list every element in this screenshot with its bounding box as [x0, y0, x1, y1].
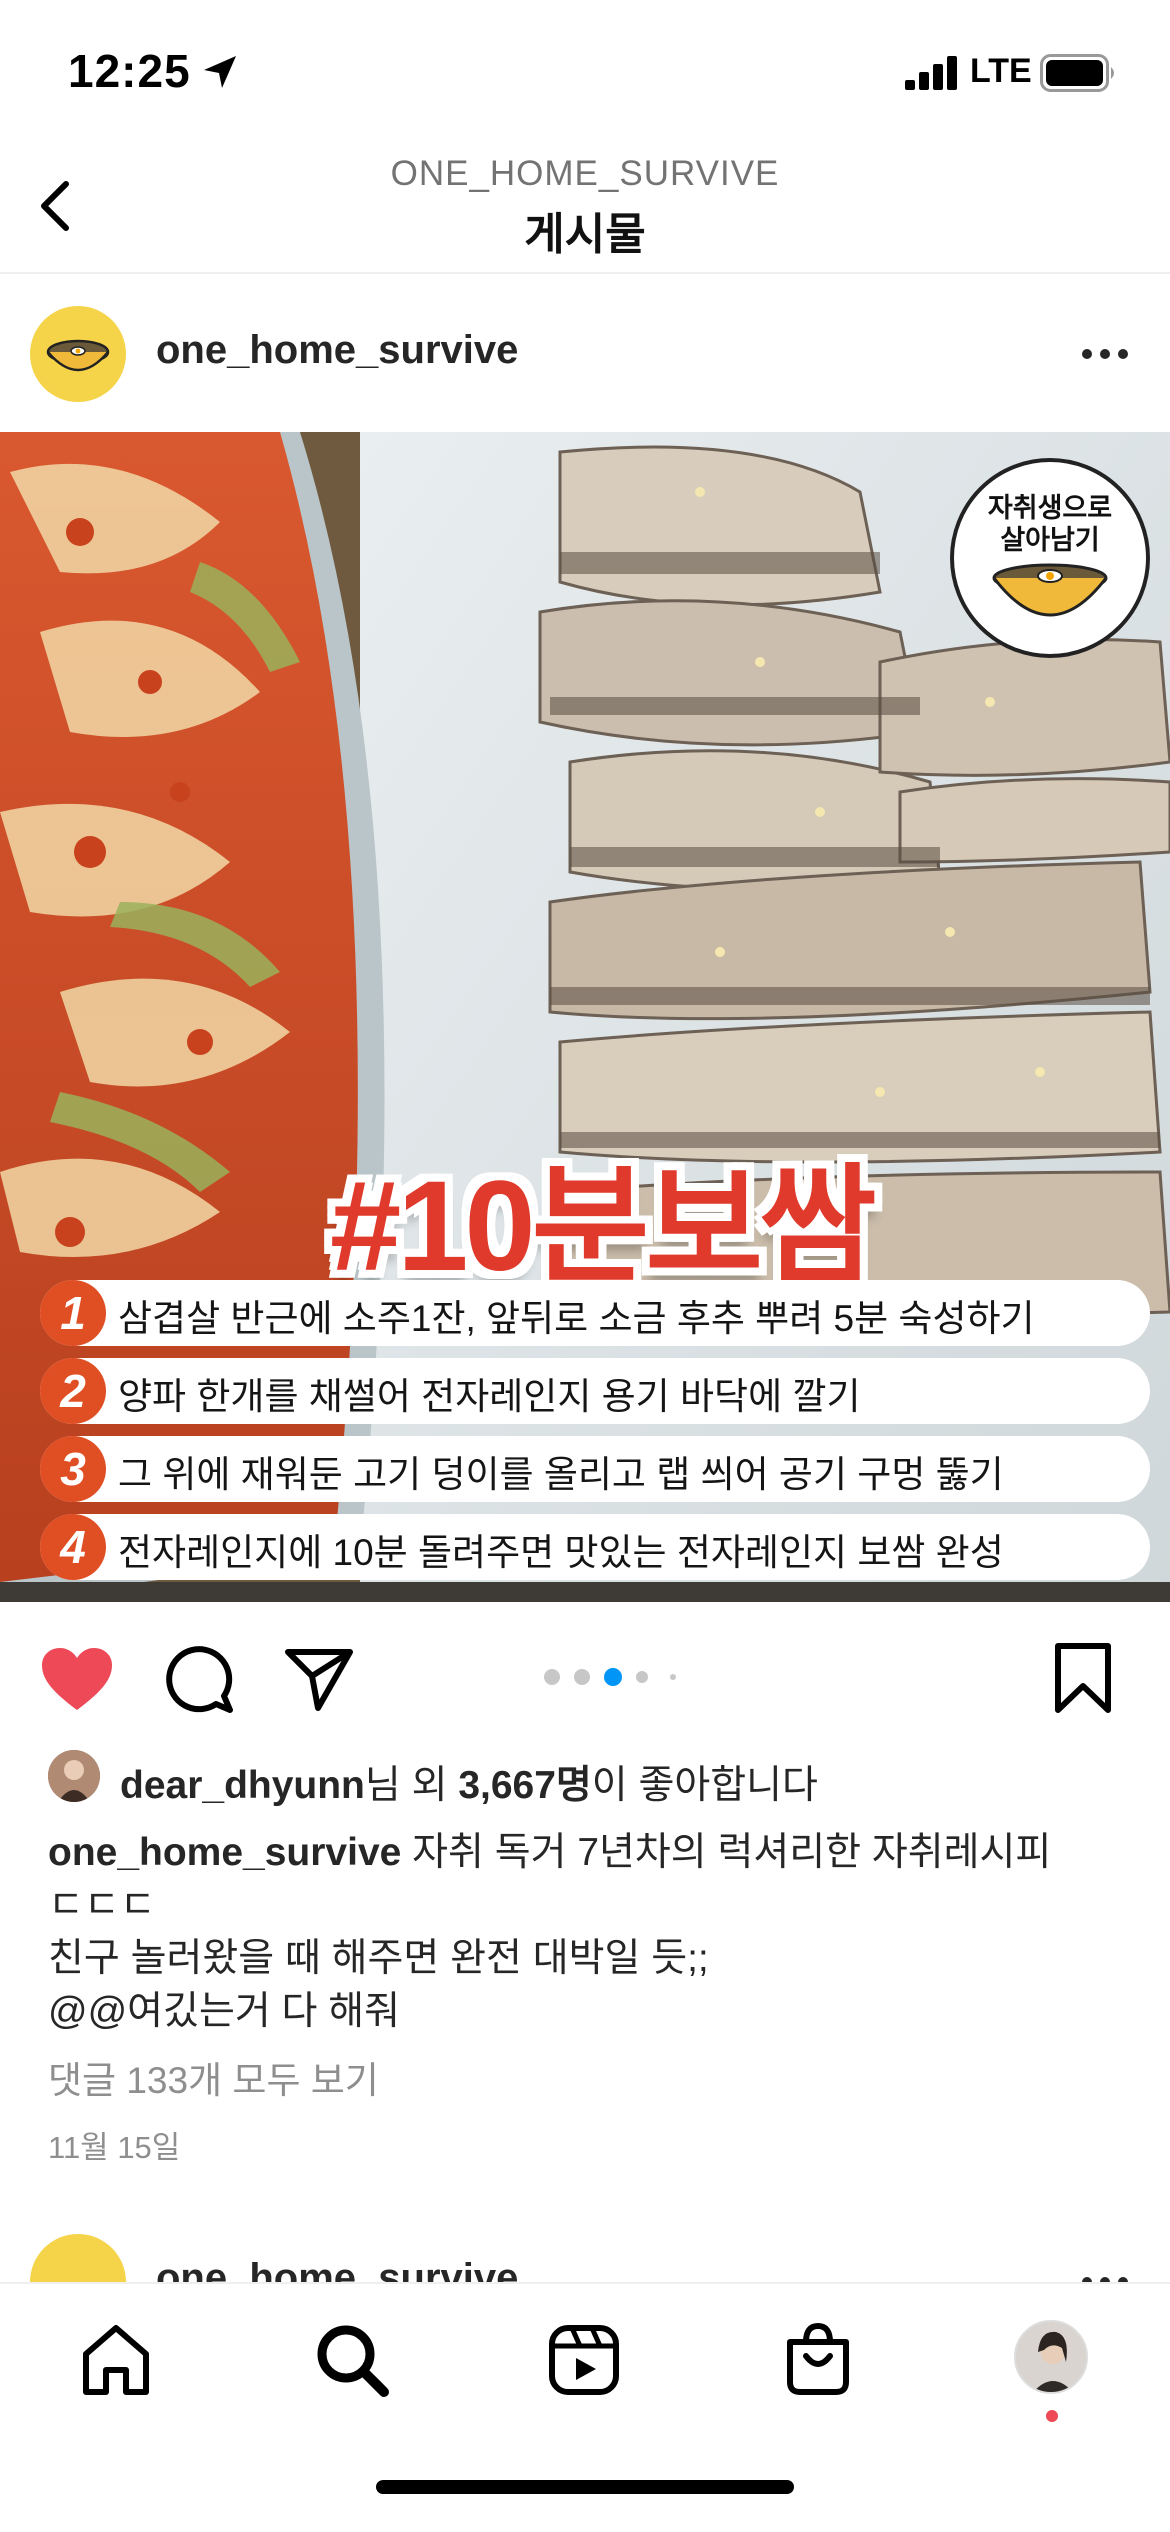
post-action-bar — [0, 1610, 1170, 1740]
battery-icon — [1040, 54, 1114, 92]
caption-line2: ㄷㄷㄷ — [48, 1884, 156, 1927]
save-bookmark-icon[interactable] — [1054, 1642, 1112, 1714]
liker-avatar — [48, 1750, 100, 1802]
more-options-icon[interactable] — [1070, 336, 1140, 372]
step-number: 3 — [40, 1436, 106, 1502]
post-header: one_home_survive — [0, 276, 1170, 432]
likes-count[interactable]: 3,667명 — [458, 1764, 591, 1807]
carousel-dot — [670, 1674, 676, 1680]
caption-username[interactable]: one_home_survive — [48, 1831, 401, 1874]
post-image[interactable]: 자취생으로 살아남기 #10분보쌈 1 삼겹살 반근에 소주1잔, 앞뒤로 소금… — [0, 432, 1170, 1602]
home-icon[interactable] — [76, 2320, 156, 2400]
status-time: 12:25 — [68, 45, 191, 97]
more-options-icon[interactable] — [1070, 2264, 1140, 2282]
carousel-dot-active — [604, 1668, 622, 1686]
likes-summary[interactable]: dear_dhyunn님 외 3,667명이 좋아합니다 — [48, 1748, 1128, 1807]
home-indicator-bar — [376, 2480, 794, 2494]
author-avatar[interactable] — [30, 306, 126, 402]
carousel-dot — [544, 1669, 560, 1685]
next-author-avatar[interactable] — [30, 2234, 126, 2282]
network-type: LTE — [970, 52, 1032, 90]
cellular-signal-icon — [905, 56, 957, 90]
author-username[interactable]: one_home_survive — [156, 328, 518, 373]
carousel-indicator — [544, 1668, 684, 1686]
recipe-step-1: 1 삼겹살 반근에 소주1잔, 앞뒤로 소금 후추 뿌려 5분 숙성하기 — [40, 1280, 1150, 1346]
post-caption: one_home_survive 자취 독거 7년차의 럭셔리한 자취레시피 ㄷ… — [48, 1826, 1128, 2038]
recipe-step-4: 4 전자레인지에 10분 돌려주면 맛있는 전자레인지 보쌈 완성 — [40, 1514, 1150, 1580]
reels-icon[interactable] — [544, 2320, 624, 2400]
location-arrow-icon — [204, 56, 236, 88]
notification-dot — [1046, 2410, 1058, 2422]
liker-username[interactable]: dear_dhyunn — [120, 1764, 365, 1807]
step-text: 그 위에 재워둔 고기 덩이를 올리고 랩 씌어 공기 구멍 뚫기 — [118, 1454, 1004, 1495]
status-bar: 12:25 LTE — [0, 0, 1170, 140]
noodle-bowl-icon — [46, 339, 110, 372]
shop-icon[interactable] — [778, 2320, 858, 2400]
person-photo-icon — [1016, 2322, 1086, 2392]
recipe-step-2: 2 양파 한개를 채썰어 전자레인지 용기 바닥에 깔기 — [40, 1358, 1150, 1424]
recipe-step-3: 3 그 위에 재워둔 고기 덩이를 올리고 랩 씌어 공기 구멍 뚫기 — [40, 1436, 1150, 1502]
caption-line1: 자취 독거 7년차의 럭셔리한 자취레시피 — [401, 1831, 1052, 1874]
nav-account-name: ONE_HOME_SURVIVE — [390, 154, 780, 193]
like-heart-icon[interactable] — [40, 1646, 114, 1712]
person-photo-icon — [48, 1750, 100, 1802]
post-nav-header: ONE_HOME_SURVIVE 게시물 — [0, 140, 1170, 274]
noodle-bowl-icon — [992, 563, 1108, 617]
search-icon[interactable] — [312, 2320, 392, 2400]
likes-suffix-text: 이 좋아합니다 — [591, 1764, 818, 1807]
share-send-icon[interactable] — [284, 1646, 354, 1712]
caption-line3: 친구 놀러왔을 때 해주면 완전 대박일 듯;; — [48, 1937, 709, 1980]
likes-mid-text: 님 외 — [364, 1764, 459, 1807]
next-post-header: one_home_survive — [0, 2230, 1170, 2282]
post-date: 11월 15일 — [48, 2130, 181, 2165]
bottom-tab-bar — [0, 2282, 1170, 2532]
step-text: 삼겹살 반근에 소주1잔, 앞뒤로 소금 후추 뿌려 5분 숙성하기 — [118, 1298, 1035, 1339]
brand-logo-badge: 자취생으로 살아남기 — [950, 458, 1150, 658]
comment-bubble-icon[interactable] — [164, 1644, 234, 1714]
carousel-dot — [636, 1671, 648, 1683]
next-author-username[interactable]: one_home_survive — [156, 2256, 518, 2282]
step-text: 전자레인지에 10분 돌려주면 맛있는 전자레인지 보쌈 완성 — [118, 1532, 1004, 1573]
page-title: 게시물 — [524, 210, 646, 259]
step-text: 양파 한개를 채썰어 전자레인지 용기 바닥에 깔기 — [118, 1376, 861, 1417]
carousel-dot — [574, 1669, 590, 1685]
profile-avatar[interactable] — [1014, 2320, 1088, 2394]
logo-text-line2: 살아남기 — [1000, 525, 1100, 555]
view-all-comments-link[interactable]: 댓글 133개 모두 보기 — [48, 2050, 379, 2104]
logo-text-line1: 자취생으로 — [987, 493, 1113, 523]
caption-line4: @@여깄는거 다 해줘 — [48, 1990, 401, 2033]
step-number: 4 — [40, 1514, 106, 1580]
step-number: 2 — [40, 1358, 106, 1424]
step-number: 1 — [40, 1280, 106, 1346]
